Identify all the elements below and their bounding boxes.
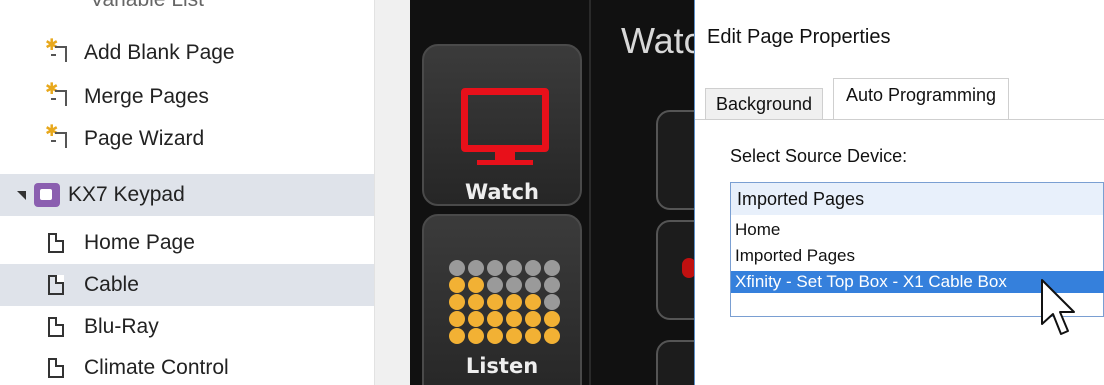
speaker-dot: [525, 260, 541, 276]
dialog-title: Edit Page Properties: [707, 26, 891, 48]
source-device-value: Imported Pages: [737, 188, 865, 209]
tree-page-label: Home Page: [84, 231, 195, 254]
speaker-dot: [487, 277, 503, 293]
speaker-dot: [449, 294, 465, 310]
tree-action-add-blank-page[interactable]: ✱ Add Blank Page: [0, 32, 374, 74]
speaker-dot: [525, 311, 541, 327]
keypad-preview: Watch Listen: [410, 0, 694, 385]
tree-action-label: Add Blank Page: [84, 41, 235, 64]
speaker-dot: [506, 311, 522, 327]
speaker-dot: [544, 277, 560, 293]
new-page-star-icon: ✱: [45, 37, 72, 65]
tree-device-label: KX7 Keypad: [68, 183, 185, 206]
tree-action-label: Merge Pages: [84, 85, 209, 108]
page-icon: [48, 233, 64, 253]
speaker-dot: [487, 328, 503, 344]
select-source-device-label: Select Source Device:: [730, 146, 908, 166]
tv-stand: [495, 152, 515, 160]
project-tree: Variable List ✱ Add Blank Page ✱ Merge P…: [0, 0, 374, 385]
speaker-dot: [506, 294, 522, 310]
speaker-dot: [544, 260, 560, 276]
speaker-dot: [449, 260, 465, 276]
tv-base: [477, 160, 533, 165]
tab-background[interactable]: Background: [705, 88, 824, 120]
speaker-dot: [449, 328, 465, 344]
speaker-dot: [468, 328, 484, 344]
keypad-side-button[interactable]: [656, 110, 694, 210]
keypad-button-watch[interactable]: Watch: [422, 44, 582, 206]
speaker-dot: [544, 328, 560, 344]
speaker-grid-icon: [449, 260, 562, 344]
speaker-dot: [487, 260, 503, 276]
tab-label: Background: [716, 94, 813, 114]
keypad-side-button[interactable]: [656, 340, 694, 385]
tree-action-merge-pages[interactable]: ✱ Merge Pages: [0, 76, 374, 118]
page-icon: [48, 317, 64, 337]
tree-page-label: Blu-Ray: [84, 315, 159, 338]
tab-label: Auto Programming: [846, 85, 997, 105]
speaker-dot: [544, 294, 560, 310]
panel-splitter[interactable]: [374, 0, 410, 385]
tree-device-kx7-keypad[interactable]: KX7 Keypad: [0, 174, 374, 216]
tree-page-blu-ray[interactable]: Blu-Ray: [0, 306, 374, 348]
speaker-dot: [487, 294, 503, 310]
speaker-dot: [525, 294, 541, 310]
tree-page-label: Climate Control: [84, 356, 229, 379]
tree-page-cable[interactable]: Cable: [0, 264, 374, 306]
tab-strip: Background Auto Programming: [705, 78, 1104, 120]
keypad-device-icon: [34, 183, 60, 207]
page-icon: [48, 358, 64, 378]
tree-action-page-wizard[interactable]: ✱ Page Wizard: [0, 118, 374, 160]
tv-icon: [461, 88, 549, 152]
speaker-dot: [468, 311, 484, 327]
source-device-select[interactable]: Imported Pages: [730, 182, 1104, 216]
keypad-button-listen[interactable]: Listen: [422, 214, 582, 385]
keypad-button-label: Watch: [464, 180, 540, 204]
speaker-dot: [468, 294, 484, 310]
speaker-dot: [525, 277, 541, 293]
speaker-dot: [506, 328, 522, 344]
mouse-pointer-icon: [1041, 279, 1075, 335]
speaker-dot: [544, 311, 560, 327]
speaker-dot: [487, 311, 503, 327]
speaker-dot: [468, 260, 484, 276]
speaker-dot: [449, 311, 465, 327]
tab-auto-programming[interactable]: Auto Programming: [833, 78, 1010, 120]
page-icon: [48, 275, 64, 295]
new-page-star-icon: ✱: [45, 81, 72, 109]
speaker-dot: [506, 277, 522, 293]
keypad-button-label: Listen: [465, 354, 539, 378]
tree-page-home-page[interactable]: Home Page: [0, 222, 374, 264]
keypad-divider: [589, 0, 591, 385]
new-page-star-icon: ✱: [45, 123, 72, 151]
tree-item-variable-list[interactable]: Variable List: [90, 0, 204, 12]
tree-page-climate-control[interactable]: Climate Control: [0, 347, 374, 385]
tree-page-label: Cable: [84, 273, 139, 296]
speaker-dot: [506, 260, 522, 276]
speaker-dot: [525, 328, 541, 344]
tree-action-label: Page Wizard: [84, 127, 205, 150]
expand-arrow-icon[interactable]: [17, 190, 26, 200]
speaker-dot: [468, 277, 484, 293]
dropdown-option[interactable]: Home: [731, 219, 1104, 241]
speaker-dot: [449, 277, 465, 293]
dropdown-option[interactable]: Imported Pages: [731, 245, 1104, 267]
